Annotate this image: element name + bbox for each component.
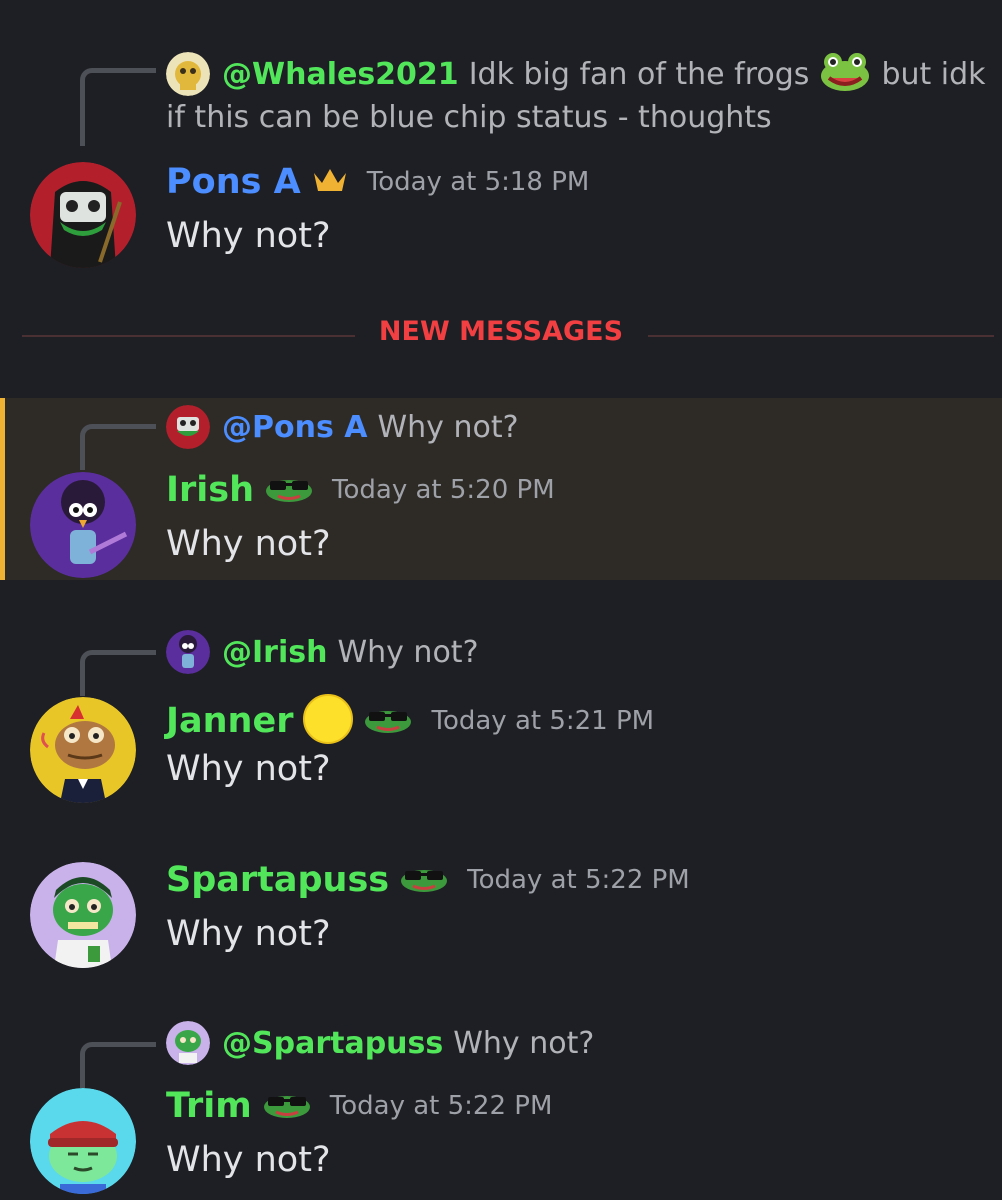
yellow-circle-icon [303, 694, 354, 748]
sunglasses-frog-icon [264, 473, 314, 507]
message-header: Spartapuss Today at 5:22 PM [166, 860, 690, 900]
timestamp: Today at 5:20 PM [332, 475, 555, 505]
author-name[interactable]: Spartapuss [166, 860, 389, 900]
author-name[interactable]: Pons A [166, 162, 301, 202]
author-name[interactable]: Irish [166, 470, 254, 510]
message-text: Why not? [166, 216, 331, 256]
new-messages-label: NEW MESSAGES [354, 316, 648, 347]
purple-bird-avatar [166, 630, 210, 674]
author-name[interactable]: Trim [166, 1086, 252, 1126]
crown-icon [311, 165, 349, 199]
message-header: Pons A Today at 5:18 PM [166, 162, 589, 202]
cyan-frog-avatar[interactable] [30, 1088, 136, 1194]
gold-frog-avatar [166, 52, 210, 96]
message-header: Trim Today at 5:22 PM [166, 1086, 552, 1126]
reply-connector [80, 650, 156, 696]
red-masked-frog-avatar[interactable] [30, 162, 136, 268]
reply-text-line-2: if this can be blue chip status - though… [166, 100, 772, 135]
lavender-frog-avatar[interactable] [30, 862, 136, 968]
reply-author[interactable]: @Pons A [222, 410, 367, 445]
new-messages-divider: NEW MESSAGES [0, 316, 1002, 347]
reply-preview[interactable]: @Pons A Why not? [166, 405, 519, 449]
reply-text-continued: but idk [881, 56, 986, 92]
reply-connector [80, 1042, 156, 1088]
message-text: Why not? [166, 524, 331, 564]
sunglasses-frog-icon [399, 863, 449, 897]
reply-preview[interactable]: @Whales2021 Idk big fan of the frogs but… [166, 52, 986, 96]
reply-text: Why not? [453, 1025, 595, 1061]
reply-text: Idk big fan of the frogs [468, 56, 810, 92]
message-text: Why not? [166, 1140, 331, 1180]
yellow-frog-avatar[interactable] [30, 697, 136, 803]
frog-emoji [819, 52, 871, 96]
message-header: Janner Today at 5:21 PM [166, 694, 654, 748]
timestamp: Today at 5:21 PM [431, 706, 655, 736]
reply-author[interactable]: @Spartapuss [222, 1026, 443, 1061]
reply-author[interactable]: @Whales2021 [222, 57, 459, 92]
message-header: Irish Today at 5:20 PM [166, 470, 555, 510]
author-name[interactable]: Janner [166, 701, 293, 741]
sunglasses-frog-icon [363, 704, 413, 738]
reply-connector [80, 424, 156, 470]
message-text: Why not? [166, 914, 331, 954]
lavender-frog-avatar [166, 1021, 210, 1065]
reply-text: Why not? [337, 634, 479, 670]
timestamp: Today at 5:22 PM [467, 865, 690, 895]
message-text: Why not? [166, 749, 331, 789]
red-masked-frog-avatar [166, 405, 210, 449]
timestamp: Today at 5:18 PM [366, 167, 590, 197]
timestamp: Today at 5:22 PM [329, 1091, 553, 1121]
sunglasses-frog-icon [262, 1089, 312, 1123]
purple-bird-avatar[interactable] [30, 472, 136, 578]
reply-text: Why not? [377, 409, 519, 445]
reply-author[interactable]: @Irish [222, 635, 327, 670]
reply-preview[interactable]: @Irish Why not? [166, 630, 479, 674]
reply-connector [80, 68, 156, 146]
reply-preview[interactable]: @Spartapuss Why not? [166, 1021, 594, 1065]
